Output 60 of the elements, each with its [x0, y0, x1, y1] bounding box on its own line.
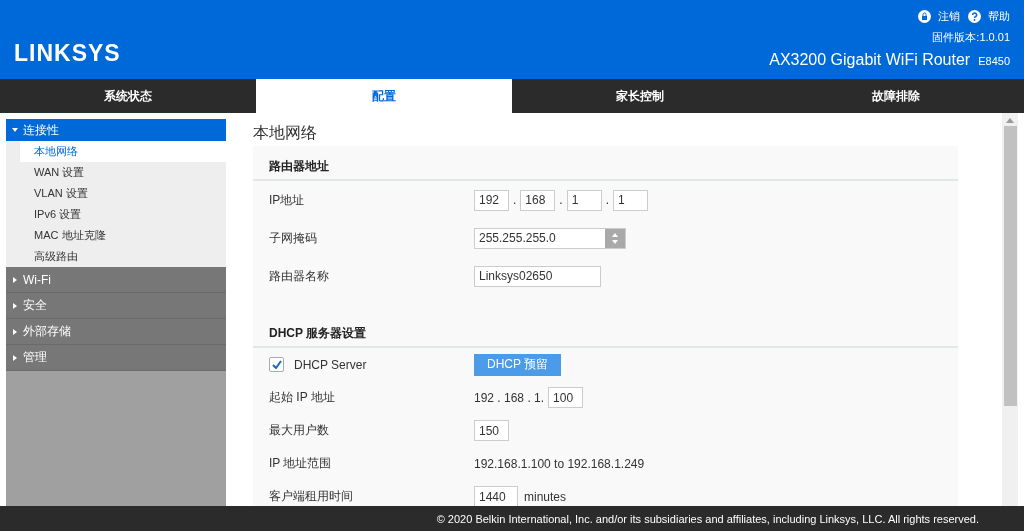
caret-right-icon	[12, 276, 18, 283]
header-link[interactable]: 帮助	[968, 9, 1010, 24]
help-icon	[968, 10, 981, 23]
ip-octet-field[interactable]: 1	[566, 189, 602, 211]
firmware-version: 固件版本:1.0.01	[932, 30, 1010, 45]
model-name: AX3200 Gigabit WiFi Router	[769, 51, 971, 69]
nav-tab[interactable]: 系统状态	[0, 79, 256, 113]
dot-separator: .	[605, 193, 610, 207]
field-label: 子网掩码	[269, 229, 318, 247]
field-label: 客户端租用时间	[269, 488, 354, 505]
ip-octet-field[interactable]: 192	[474, 189, 509, 211]
caret-right-icon	[12, 302, 18, 309]
model-code: E8450	[978, 55, 1010, 67]
spinner-icon	[612, 232, 618, 244]
nav-tab[interactable]: 故障排除	[768, 79, 1024, 113]
copyright-text: © 2020 Belkin International, Inc. and/or its subsidiaries and affiliates, including Linksys, LLC. All rights reserved.	[436, 512, 979, 525]
ip-range-value: 192.168.1.100 to 192.168.1.249	[474, 456, 645, 471]
checkbox-label: DHCP Server	[294, 357, 367, 372]
sidebar-item[interactable]: 本地网络	[20, 141, 226, 162]
caret-down-icon	[12, 127, 18, 133]
logo: LINKSYS	[14, 40, 121, 67]
dot-separator: .	[513, 193, 517, 207]
section-heading: 路由器地址	[253, 152, 958, 181]
page-title: 本地网络	[253, 123, 318, 143]
dot-separator: .	[559, 193, 563, 207]
field-label: 路由器名称	[269, 267, 330, 285]
text-field[interactable]: Linksys02650	[474, 265, 601, 287]
sidebar-group[interactable]: 连接性	[6, 119, 226, 141]
sidebar-item[interactable]: WAN 设置	[20, 162, 226, 183]
caret-right-icon	[12, 354, 18, 361]
sidebar-item[interactable]: VLAN 设置	[20, 183, 226, 204]
sidebar-group[interactable]: 外部存储	[6, 319, 226, 345]
section-heading: DHCP 服务器设置	[253, 319, 958, 348]
scroll-thumb[interactable]	[1003, 126, 1017, 406]
field-label: IP地址	[269, 191, 306, 209]
field-label: 最大用户数	[269, 422, 330, 439]
nav-tab[interactable]: 配置	[256, 79, 512, 113]
caret-right-icon	[12, 328, 18, 335]
sidebar-item[interactable]: MAC 地址克隆	[20, 225, 226, 246]
ip-octet-field[interactable]: 1	[613, 189, 649, 211]
scrollbar[interactable]	[1002, 113, 1018, 506]
sidebar-group[interactable]: 管理	[6, 345, 226, 371]
text-field[interactable]: 150	[474, 420, 509, 441]
field-label: IP 地址范围	[269, 455, 333, 472]
ip-octet-field[interactable]: 100	[548, 387, 584, 408]
sidebar-group[interactable]: Wi-Fi	[6, 267, 226, 293]
sidebar-item[interactable]: 高级路由	[20, 246, 226, 267]
checkbox[interactable]	[269, 357, 284, 372]
nav-tab[interactable]: 家长控制	[512, 79, 768, 113]
lock-icon	[918, 10, 931, 23]
unit-label: minutes	[524, 489, 567, 504]
lease-time-field[interactable]: 1440	[474, 486, 518, 506]
sidebar-item[interactable]: IPv6 设置	[20, 204, 226, 225]
ip-octet-field[interactable]: 168	[520, 189, 556, 211]
sidebar-group[interactable]: 安全	[6, 293, 226, 319]
ip-prefix: 192 . 168 . 1.	[474, 390, 545, 405]
subnet-mask-select[interactable]: 255.255.255.0	[474, 227, 626, 249]
field-label: 起始 IP 地址	[269, 389, 336, 406]
header-link[interactable]: 注销	[918, 9, 960, 24]
scroll-up-icon[interactable]	[1006, 118, 1014, 123]
